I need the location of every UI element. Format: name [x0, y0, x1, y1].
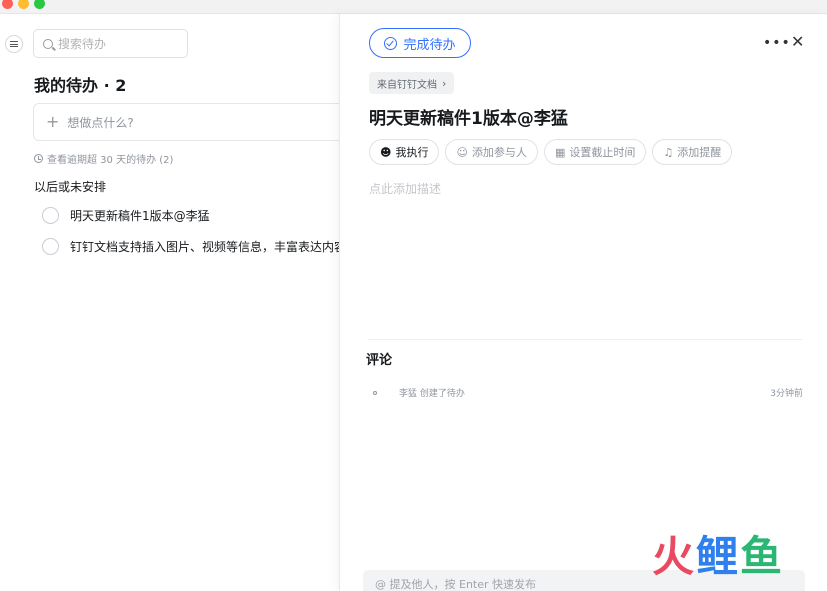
search-icon — [43, 38, 53, 49]
assignee-chip[interactable]: ☻ 我执行 — [369, 139, 440, 165]
reminder-chip[interactable]: ♫ 添加提醒 — [652, 139, 733, 165]
menu-icon — [10, 41, 18, 47]
todo-detail-panel: 完成待办 ••• ✕ 来自钉钉文档 › 明天更新稿件1版本@李猛 ☻ 我执行 ☺… — [339, 14, 827, 591]
todo-list-panel: 搜索待办 我的待办 · 2 + 想做点什么? 查看逾期超 30 天的待办 (2)… — [0, 14, 339, 591]
activity-entry: 李猛 创建了待办 3分钟前 — [373, 386, 803, 399]
window-minimize-button[interactable] — [18, 0, 29, 9]
search-input[interactable]: 搜索待办 — [33, 29, 188, 58]
description-input[interactable]: 点此添加描述 — [369, 180, 441, 197]
task-attribute-chips: ☻ 我执行 ☺ 添加参与人 ▦ 设置截止时间 ♫ 添加提醒 — [369, 139, 738, 165]
check-circle-icon — [384, 36, 398, 50]
window-zoom-button[interactable] — [34, 0, 45, 9]
todo-checkbox[interactable] — [42, 207, 59, 224]
source-tag[interactable]: 来自钉钉文档 › — [369, 72, 455, 94]
assignee-chip-label: 我执行 — [395, 146, 429, 159]
close-icon[interactable]: ✕ — [791, 34, 804, 50]
comments-heading: 评论 — [366, 353, 393, 368]
watermark-char: 火 — [652, 532, 697, 581]
calendar-icon: ▦ — [554, 145, 566, 159]
history-icon — [34, 154, 43, 163]
task-title[interactable]: 明天更新稿件1版本@李猛 — [369, 104, 568, 129]
section-header: 以后或未安排 — [34, 180, 107, 194]
plus-icon: + — [46, 112, 60, 131]
due-date-chip[interactable]: ▦ 设置截止时间 — [543, 139, 647, 165]
sidebar-toggle-button[interactable] — [5, 35, 23, 53]
overdue-link-label: 查看逾期超 30 天的待办 (2) — [47, 155, 174, 166]
user-icon: ☻ — [380, 145, 392, 159]
add-todo-input[interactable]: + 想做点什么? — [33, 103, 339, 141]
activity-text: 李猛 创建了待办 — [399, 389, 465, 399]
add-user-icon: ☺ — [456, 145, 468, 159]
list-item[interactable]: 明天更新稿件1版本@李猛 — [42, 207, 210, 224]
complete-todo-label: 完成待办 — [403, 37, 456, 53]
divider — [368, 339, 802, 340]
overdue-link[interactable]: 查看逾期超 30 天的待办 (2) — [34, 151, 173, 166]
activity-time: 3分钟前 — [770, 389, 803, 399]
chevron-right-icon: › — [442, 76, 447, 90]
window-close-button[interactable] — [2, 0, 13, 9]
add-participant-chip-label: 添加参与人 — [471, 146, 527, 159]
more-icon[interactable]: ••• — [763, 36, 791, 50]
source-tag-label: 来自钉钉文档 — [377, 79, 437, 91]
list-item[interactable]: 钉钉文档支持插入图片、视频等信息，丰富表达内容， — [42, 238, 339, 255]
due-date-chip-label: 设置截止时间 — [569, 146, 636, 159]
timeline-dot-icon — [373, 390, 377, 395]
bell-icon: ♫ — [663, 145, 674, 159]
add-todo-placeholder: 想做点什么? — [67, 115, 134, 130]
todo-text: 钉钉文档支持插入图片、视频等信息，丰富表达内容， — [70, 240, 339, 254]
todo-checkbox[interactable] — [42, 238, 59, 255]
watermark-logo: 火鲤鱼 — [652, 536, 784, 578]
watermark-char: 鱼 — [740, 532, 785, 581]
search-placeholder: 搜索待办 — [58, 37, 107, 51]
reminder-chip-label: 添加提醒 — [677, 146, 722, 159]
window-titlebar — [0, 0, 827, 14]
page-title: 我的待办 · 2 — [34, 76, 127, 95]
add-participant-chip[interactable]: ☺ 添加参与人 — [445, 139, 538, 165]
watermark-char: 鲤 — [696, 532, 741, 581]
todo-text: 明天更新稿件1版本@李猛 — [70, 209, 210, 223]
complete-todo-button[interactable]: 完成待办 — [369, 28, 471, 58]
